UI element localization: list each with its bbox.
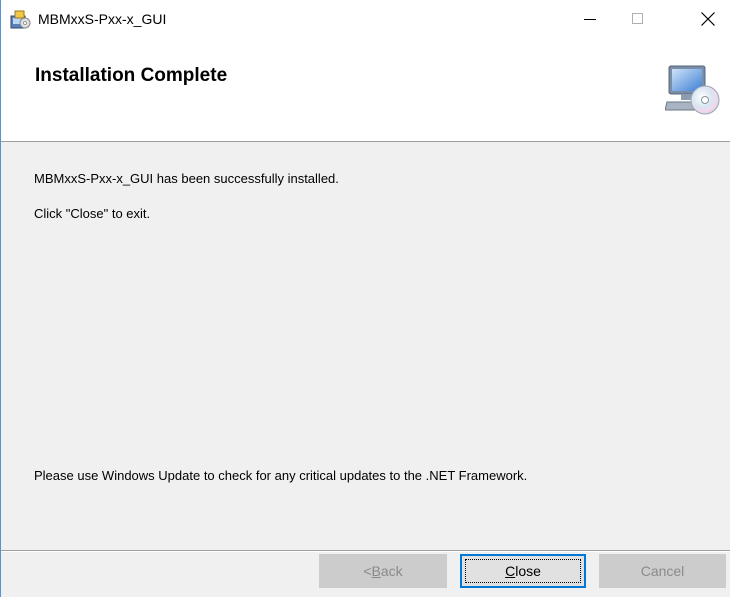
maximize-icon [632,13,643,24]
installer-window: MBMxxS-Pxx-x_GUI Installation Complete M… [0,0,730,597]
focus-rectangle [465,559,581,583]
installer-icon [9,10,31,30]
title-bar[interactable]: MBMxxS-Pxx-x_GUI [1,0,730,38]
minimize-button[interactable] [567,0,613,38]
success-message: MBMxxS-Pxx-x_GUI has been successfully i… [34,171,339,186]
close-icon [701,12,715,26]
minimize-icon [584,19,596,20]
window-title: MBMxxS-Pxx-x_GUI [38,11,167,27]
exit-instruction: Click "Close" to exit. [34,206,151,221]
back-label-rest: ack [380,563,403,579]
header-banner: Installation Complete [1,38,730,142]
close-button[interactable]: Close [460,554,586,588]
back-accesskey: B [371,563,381,579]
dotnet-update-note: Please use Windows Update to check for a… [34,468,528,483]
maximize-button[interactable] [615,0,661,38]
computer-cd-icon [664,62,721,118]
content-area: MBMxxS-Pxx-x_GUI has been successfully i… [1,143,730,549]
cancel-label: Cancel [640,563,685,579]
cancel-button[interactable]: Cancel [599,554,726,588]
close-window-button[interactable] [685,0,730,38]
page-title: Installation Complete [35,65,228,86]
back-prefix: < [363,563,372,579]
back-button[interactable]: < Back [319,554,447,588]
footer-divider [1,550,730,552]
